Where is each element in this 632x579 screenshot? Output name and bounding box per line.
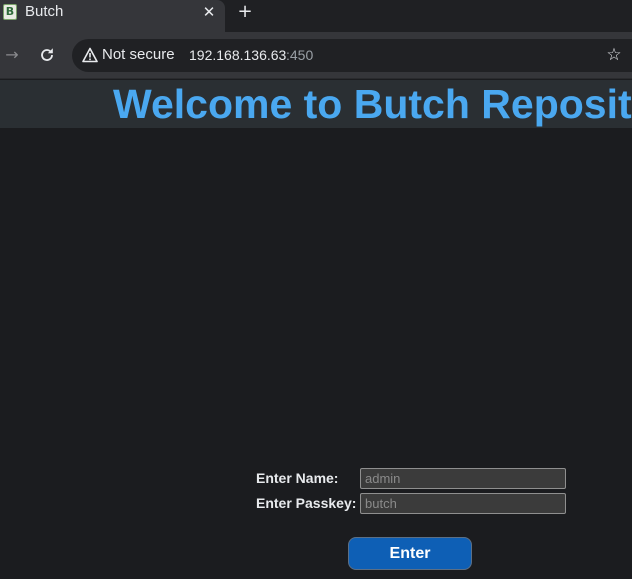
page-content: Welcome to Butch Repository Enter Name: …: [0, 80, 632, 579]
url-host: 192.168.136.63: [189, 47, 287, 63]
tab-title: Butch: [25, 3, 64, 20]
close-icon[interactable]: ✕: [200, 2, 218, 22]
browser-toolbar: → Not secure 192.168.136.63 :450 ☆: [0, 32, 632, 79]
enter-button[interactable]: Enter: [348, 537, 472, 570]
address-bar[interactable]: Not secure 192.168.136.63 :450: [72, 39, 632, 72]
plus-icon[interactable]: +: [235, 1, 255, 23]
browser-tab[interactable]: B Butch ✕: [0, 0, 225, 32]
name-input[interactable]: [360, 468, 566, 489]
security-status-label[interactable]: Not secure: [102, 46, 175, 63]
reload-icon[interactable]: [37, 45, 57, 65]
star-icon[interactable]: ☆: [604, 44, 624, 66]
login-form: Enter Name: Enter Passkey: Enter: [0, 80, 632, 579]
passkey-input[interactable]: [360, 493, 566, 514]
passkey-label: Enter Passkey:: [256, 495, 357, 511]
warning-triangle-icon[interactable]: [82, 47, 98, 63]
forward-arrow-icon[interactable]: →: [2, 45, 22, 65]
url-port: :450: [286, 47, 314, 63]
tab-strip: B Butch ✕ +: [0, 0, 632, 32]
butch-favicon-icon: B: [3, 4, 17, 20]
name-label: Enter Name:: [256, 470, 339, 486]
